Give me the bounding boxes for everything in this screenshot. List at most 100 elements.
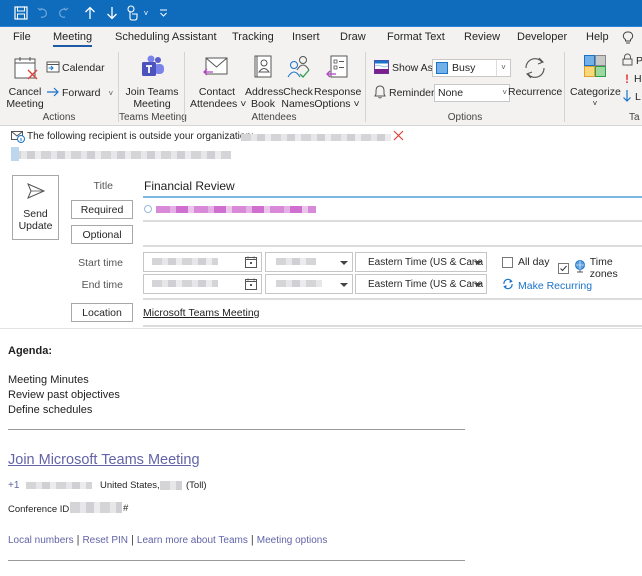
- dismiss-close-icon[interactable]: [393, 130, 404, 144]
- touch-dropdown-icon[interactable]: ˅: [141, 4, 151, 22]
- response-options-button[interactable]: Response Options ˅: [314, 53, 361, 110]
- end-timezone-value: Eastern Time (US & Cana: [368, 278, 484, 290]
- customize-toolbar-icon[interactable]: [157, 4, 169, 22]
- time-zones-label: Time zones: [589, 256, 618, 280]
- send-update-button[interactable]: Send Update: [12, 175, 59, 240]
- time-zones-checkbox[interactable]: [558, 262, 569, 274]
- tab-review[interactable]: Review: [464, 31, 500, 43]
- save-icon[interactable]: [12, 4, 30, 22]
- globe-icon: [574, 260, 586, 276]
- reminder-chevron-icon[interactable]: ˅: [502, 85, 507, 101]
- redacted-phone-number: [26, 482, 92, 489]
- tab-help[interactable]: Help: [586, 31, 609, 43]
- end-timezone-dropdown[interactable]: Eastern Time (US & Cana: [355, 274, 487, 294]
- location-input[interactable]: Microsoft Teams Meeting: [143, 307, 260, 319]
- cancel-meeting-label-line2: Meeting: [6, 98, 44, 110]
- categorize-button[interactable]: Categorize ˅: [570, 53, 621, 109]
- tab-file[interactable]: File: [13, 31, 31, 43]
- optional-attendees-input[interactable]: [143, 225, 642, 244]
- join-teams-meeting-button[interactable]: Join Teams Meeting: [122, 53, 182, 110]
- end-timezone-caret-icon[interactable]: [474, 283, 482, 287]
- show-as-dropdown[interactable]: Busy ˅: [432, 59, 511, 77]
- forward-dropdown-icon[interactable]: ˅: [109, 89, 114, 98]
- check-names-button[interactable]: Check Names: [281, 53, 315, 110]
- lock-icon: [622, 53, 633, 69]
- start-timezone-caret-icon[interactable]: [474, 261, 482, 265]
- calendar-picker-icon[interactable]: [245, 278, 257, 293]
- redacted-recipient: [241, 134, 391, 141]
- cancel-meeting-button[interactable]: Cancel Meeting: [4, 53, 46, 110]
- teams-block-top-rule: [8, 429, 465, 430]
- calendar-picker-icon[interactable]: [245, 256, 257, 271]
- redacted-attendee: [156, 206, 316, 213]
- meeting-options-link[interactable]: Meeting options: [257, 535, 328, 546]
- start-timezone-value: Eastern Time (US & Cana: [368, 256, 484, 268]
- redo-icon[interactable]: [55, 4, 71, 22]
- start-date-picker[interactable]: [143, 252, 262, 272]
- tab-draw[interactable]: Draw: [340, 31, 366, 43]
- required-attendees-input[interactable]: [143, 201, 642, 219]
- phone-toll-label: (Toll): [186, 480, 207, 491]
- phone-prefix[interactable]: +1: [8, 480, 19, 491]
- check-names-icon: [286, 55, 312, 84]
- header-body-divider: [0, 328, 642, 329]
- start-timezone-dropdown[interactable]: Eastern Time (US & Cana: [355, 252, 487, 272]
- recurrence-button[interactable]: Recurrence: [508, 53, 562, 101]
- tab-meeting[interactable]: Meeting: [53, 31, 93, 47]
- address-book-button[interactable]: Address Book: [245, 53, 284, 110]
- lightbulb-icon[interactable]: [622, 31, 634, 48]
- group-label-options: Options: [447, 112, 483, 123]
- optional-attendees-button[interactable]: Optional: [71, 225, 133, 244]
- tab-tracking[interactable]: Tracking: [232, 31, 274, 43]
- start-time-dropdown[interactable]: [265, 252, 353, 272]
- end-time-label: End time: [81, 279, 123, 291]
- show-as-value: Busy: [452, 62, 476, 74]
- join-teams-meeting-link[interactable]: Join Microsoft Teams Meeting: [8, 452, 200, 468]
- end-time-caret-icon[interactable]: [340, 283, 348, 287]
- private-button[interactable]: P: [622, 53, 642, 69]
- send-icon: [26, 183, 45, 202]
- make-recurring-button[interactable]: Make Recurring: [502, 278, 592, 293]
- bell-icon: [374, 84, 386, 102]
- location-button[interactable]: Location: [71, 303, 133, 322]
- send-update-label-line2: Update: [18, 220, 53, 232]
- contact-attendees-button[interactable]: Contact Attendees ˅: [190, 53, 246, 110]
- infobar-message: The following recipient is outside your …: [27, 131, 254, 142]
- divider: [143, 325, 642, 327]
- local-numbers-link[interactable]: Local numbers: [8, 535, 74, 546]
- show-as-label: Show As:: [392, 62, 436, 74]
- calendar-button[interactable]: Calendar: [46, 60, 105, 76]
- show-as-icon: [374, 59, 389, 77]
- undo-icon[interactable]: [35, 4, 51, 22]
- tab-developer[interactable]: Developer: [517, 31, 567, 43]
- title-input[interactable]: Financial Review: [143, 176, 642, 196]
- next-item-icon[interactable]: [104, 4, 120, 22]
- reset-pin-link[interactable]: Reset PIN: [82, 535, 128, 546]
- link-separator: |: [131, 534, 134, 546]
- forward-button[interactable]: Forward ˅: [46, 85, 113, 101]
- tab-scheduling-assistant[interactable]: Scheduling Assistant: [115, 31, 217, 43]
- external-recipient-infobar: The following recipient is outside your …: [0, 127, 642, 167]
- end-date-picker[interactable]: [143, 274, 262, 294]
- calendar-icon: [46, 60, 60, 76]
- low-importance-button[interactable]: L: [622, 89, 641, 104]
- end-time-dropdown[interactable]: [265, 274, 353, 294]
- title-label: Title: [93, 180, 113, 192]
- tab-insert[interactable]: Insert: [292, 31, 320, 43]
- tab-format-text[interactable]: Format Text: [387, 31, 445, 43]
- high-importance-button[interactable]: ! H: [625, 72, 642, 86]
- message-body[interactable]: Agenda: Meeting Minutes Review past obje…: [0, 330, 642, 576]
- link-separator: |: [76, 534, 80, 546]
- learn-more-teams-link[interactable]: Learn more about Teams: [137, 535, 248, 546]
- previous-item-icon[interactable]: [82, 4, 98, 22]
- all-day-label: All day: [518, 256, 550, 268]
- show-as-label-group: Show As:: [374, 59, 436, 77]
- contact-attendees-icon: [203, 56, 229, 81]
- required-attendees-button[interactable]: Required: [71, 200, 133, 219]
- time-zones-checkbox-group: Time zones: [558, 256, 642, 280]
- all-day-checkbox[interactable]: [502, 256, 513, 268]
- touch-mode-icon[interactable]: [124, 4, 140, 22]
- reminder-dropdown[interactable]: None ˅: [434, 84, 510, 102]
- start-time-caret-icon[interactable]: [340, 261, 348, 265]
- reminder-label-group: Reminder:: [374, 84, 437, 102]
